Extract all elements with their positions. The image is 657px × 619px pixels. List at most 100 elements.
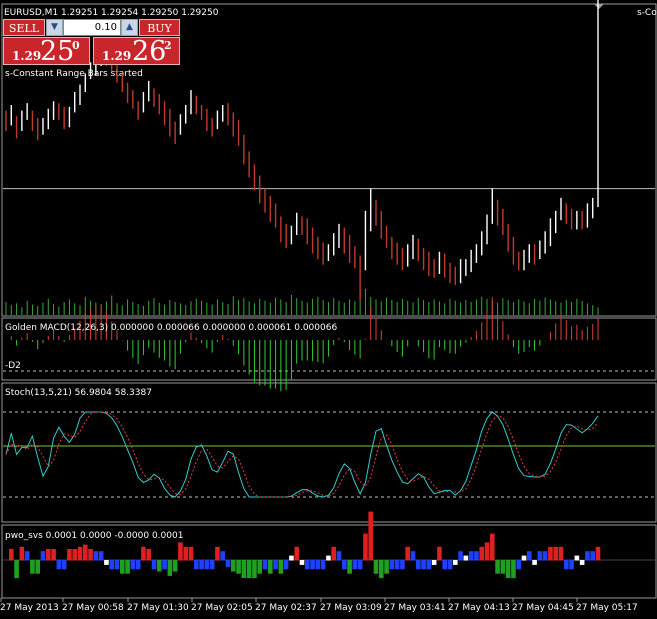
one-click-trading-panel: SELL ▼ ▲ BUY 1.29 25 0 1.29 26 2 (3, 19, 180, 67)
pwo-bar (479, 546, 485, 561)
pwo-bar (19, 546, 25, 561)
sell-button[interactable]: SELL (3, 19, 45, 36)
pwo-bar (104, 560, 109, 565)
pwo-bar (193, 560, 199, 570)
trading-chart[interactable]: EURUSD,M1 1.29251 1.29254 1.29250 1.2925… (0, 0, 657, 619)
pwo-bar (257, 560, 263, 574)
pwo-bar (357, 560, 363, 570)
buy-price-big: 26 (132, 36, 167, 67)
lot-decrease-icon[interactable]: ▼ (46, 19, 63, 36)
pwo-bar (294, 546, 300, 561)
time-label: 27 May 03:09 (320, 603, 382, 613)
pwo-bar (447, 560, 453, 570)
pwo-bar (262, 560, 268, 570)
pwo-bar (35, 560, 41, 574)
pwo-bar (579, 560, 585, 565)
pwo-bar (558, 546, 564, 561)
pwo-bar (77, 546, 83, 561)
pwo-bar (394, 560, 400, 570)
pwo-bar (405, 546, 411, 561)
pwo-bar (373, 560, 379, 574)
pwo-bar (521, 555, 527, 561)
pwo-bar (537, 551, 543, 561)
pwo-bar (410, 551, 416, 561)
pwo-bar (442, 560, 448, 570)
pwo-bar (230, 560, 236, 572)
stoch-label: Stoch(13,5,21) 56.9804 58.3387 (5, 388, 152, 398)
pwo-bar (310, 560, 315, 570)
pwo-bar (421, 560, 426, 570)
time-label: 27 May 00:58 (62, 603, 124, 613)
time-label: 27 May 04:13 (448, 603, 510, 613)
pwo-label: pwo_svs 0.0001 0.0000 -0.0000 0.0001 (5, 531, 183, 541)
pwo-bar (93, 551, 99, 561)
pwo-bar (389, 560, 395, 570)
pwo-bar (114, 560, 120, 570)
pwo-bar (452, 560, 458, 565)
pwo-bar (162, 560, 167, 570)
pwo-bar (156, 560, 162, 572)
sell-price-box[interactable]: 1.29 25 0 (3, 36, 90, 67)
pwo-bar (563, 560, 569, 570)
pwo-bar (532, 560, 537, 565)
lot-size-input[interactable] (63, 19, 121, 36)
pwo-bar (45, 549, 51, 561)
pwo-bar (130, 560, 136, 570)
pwo-bar (204, 560, 210, 570)
lot-increase-icon[interactable]: ▲ (121, 19, 138, 36)
pwo-bar (437, 546, 442, 561)
pwo-bar (495, 560, 500, 574)
pwo-bar (30, 560, 35, 574)
pwo-bar (246, 560, 252, 579)
pwo-bar (225, 560, 231, 568)
pwo-bar (215, 546, 220, 561)
pwo-bar (304, 560, 310, 570)
pwo-bar (167, 560, 173, 576)
pwo-bar (590, 551, 596, 561)
pwo-bar (320, 560, 326, 570)
pwo-bar (40, 551, 46, 561)
pwo-bar (431, 560, 437, 565)
pwo-bar (526, 551, 532, 561)
buy-price-box[interactable]: 1.29 26 2 (93, 36, 180, 67)
time-label: 27 May 02:37 (255, 603, 317, 613)
pwo-bar (341, 560, 347, 570)
pwo-bar (199, 560, 204, 570)
pwo-bar (489, 533, 495, 561)
pwo-bar (61, 560, 67, 570)
time-label: 27 May 05:17 (576, 603, 638, 613)
pwo-bar (151, 560, 157, 570)
chart-title-right: s-Con (637, 8, 657, 18)
pwo-bar (209, 560, 215, 570)
pwo-bar (241, 560, 247, 579)
stoch-panel[interactable] (1, 382, 657, 523)
time-label: 27 May 03:41 (384, 603, 446, 613)
sell-price-big: 25 (40, 36, 75, 67)
time-label: 27 May 2013 (0, 603, 59, 613)
pwo-bar (315, 560, 321, 570)
pwo-bar (585, 551, 590, 561)
pwo-bar (109, 560, 115, 570)
pwo-bar (267, 560, 273, 574)
pwo-bar (400, 560, 405, 570)
time-label: 27 May 04:45 (512, 603, 574, 613)
buy-price-small: 1.29 (102, 49, 132, 63)
pwo-bar (183, 546, 189, 561)
buy-button[interactable]: BUY (139, 19, 180, 36)
pwo-bar (363, 533, 368, 561)
pwo-bar (347, 560, 352, 574)
pwo-bar (67, 549, 72, 561)
pwo-bar (72, 549, 78, 561)
pwo-bar (82, 544, 88, 561)
pwo-bar (178, 542, 183, 561)
pwo-bar (548, 546, 553, 561)
pwo-bar (252, 560, 257, 579)
pwo-bar (299, 560, 305, 565)
pwo-bar (574, 555, 580, 561)
pwo-bar (88, 549, 93, 561)
pwo-bar (188, 546, 194, 561)
time-label: 27 May 01:30 (127, 603, 189, 613)
pwo-bar (289, 555, 294, 561)
pwo-bar (283, 560, 289, 570)
pwo-bar (569, 560, 574, 570)
